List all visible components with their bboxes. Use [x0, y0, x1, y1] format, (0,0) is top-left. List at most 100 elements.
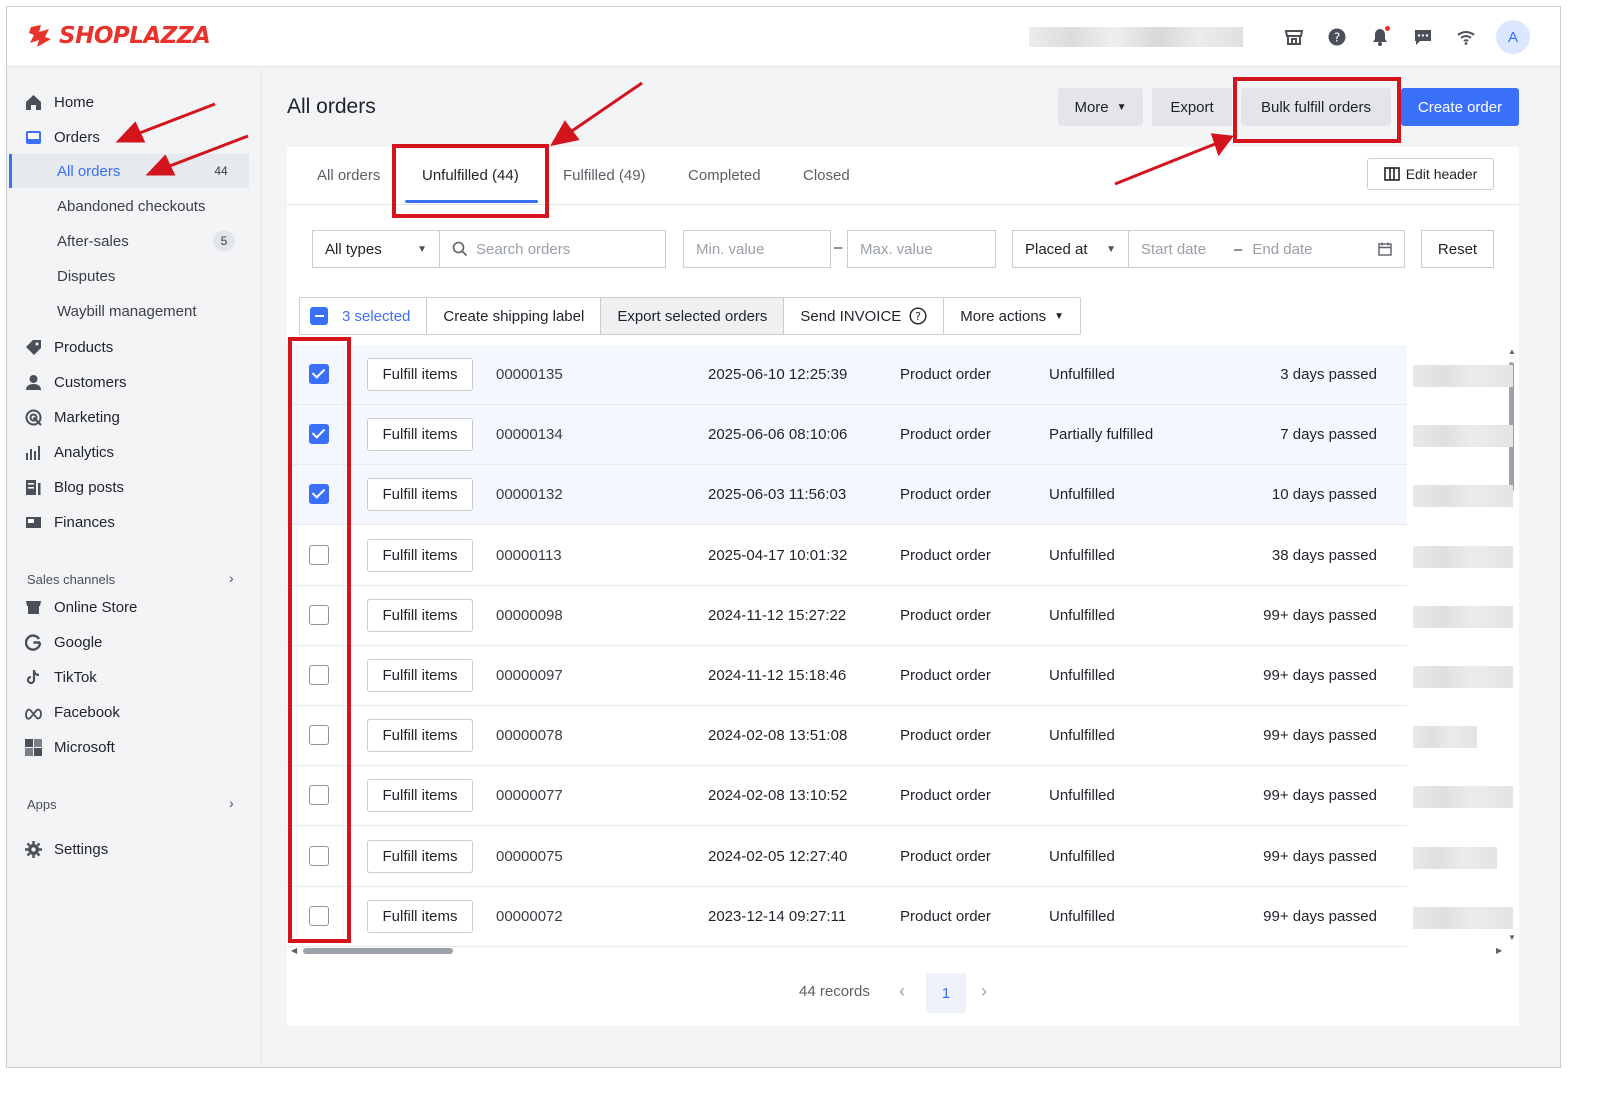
sidebar-item-products[interactable]: Products — [25, 333, 113, 361]
sidebar-item-all-orders[interactable]: All orders 44 — [57, 158, 232, 184]
table-row[interactable]: Fulfill items 00000077 2024-02-08 13:10:52… — [287, 766, 1407, 827]
tab-unfulfilled[interactable]: Unfulfilled (44) — [422, 167, 519, 184]
user-avatar[interactable]: A — [1496, 20, 1530, 54]
sidebar-item-online-store[interactable]: Online Store — [25, 593, 137, 621]
fulfill-items-button[interactable]: Fulfill items — [367, 358, 473, 391]
row-checkbox[interactable] — [309, 484, 329, 505]
type-select[interactable]: All types ▼ — [312, 230, 440, 268]
order-number[interactable]: 00000113 — [496, 547, 562, 564]
edit-header-button[interactable]: Edit header — [1367, 158, 1494, 190]
row-checkbox[interactable] — [309, 845, 329, 866]
fulfill-items-button[interactable]: Fulfill items — [367, 899, 473, 933]
fulfill-items-button[interactable]: Fulfill items — [367, 719, 473, 753]
table-row[interactable]: Fulfill items 00000075 2024-02-05 12:27:40… — [287, 827, 1407, 887]
max-value-input[interactable]: Max. value — [847, 230, 996, 268]
bulk-fulfill-orders-button[interactable]: Bulk fulfill orders — [1241, 88, 1391, 126]
sidebar-item-blog-posts[interactable]: Blog posts — [25, 473, 124, 501]
sidebar-item-google[interactable]: Google — [25, 628, 102, 656]
search-input[interactable]: Search orders — [439, 230, 666, 268]
table-row[interactable]: Fulfill items 00000097 2024-11-12 15:18:46… — [287, 646, 1407, 706]
order-number[interactable]: 00000078 — [496, 727, 563, 744]
chevron-right-icon[interactable]: › — [229, 795, 234, 811]
more-button[interactable]: More ▼ — [1058, 88, 1143, 126]
reset-button[interactable]: Reset — [1421, 230, 1494, 268]
table-row[interactable]: Fulfill items 00000072 2023-12-14 09:27:11… — [287, 887, 1407, 947]
sidebar-item-microsoft[interactable]: Microsoft — [25, 733, 115, 761]
create-order-button[interactable]: Create order — [1401, 88, 1519, 126]
more-actions-button[interactable]: More actions ▼ — [944, 298, 1080, 334]
sidebar-item-customers[interactable]: Customers — [25, 368, 127, 396]
date-range-input[interactable]: Start date – End date — [1128, 230, 1405, 268]
row-checkbox[interactable] — [309, 424, 329, 445]
wifi-icon[interactable] — [1453, 24, 1479, 50]
table-row[interactable]: Fulfill items 00000135 2025-06-10 12:25:39… — [287, 345, 1407, 405]
row-checkbox[interactable] — [309, 665, 329, 685]
sidebar-item-orders[interactable]: Orders — [25, 123, 100, 151]
export-button[interactable]: Export — [1152, 88, 1232, 126]
order-number[interactable]: 00000098 — [496, 607, 563, 624]
table-row[interactable]: Fulfill items 00000132 2025-06-03 11:56:03… — [287, 465, 1407, 526]
sidebar-item-tiktok[interactable]: TikTok — [25, 663, 97, 691]
scroll-left-icon[interactable]: ◀ — [291, 946, 297, 955]
row-checkbox[interactable] — [309, 725, 329, 746]
sidebar-item-abandoned-checkouts[interactable]: Abandoned checkouts — [57, 193, 205, 219]
fulfill-items-button[interactable]: Fulfill items — [367, 779, 473, 813]
export-selected-orders-button[interactable]: Export selected orders — [601, 298, 785, 334]
sidebar-item-after-sales[interactable]: After-sales 5 — [57, 228, 235, 254]
help-icon[interactable]: ? — [1324, 24, 1350, 50]
fulfill-items-button[interactable]: Fulfill items — [367, 418, 473, 452]
order-number[interactable]: 00000134 — [496, 426, 563, 443]
person-icon — [26, 374, 41, 390]
order-number[interactable]: 00000132 — [496, 486, 563, 503]
min-value-input[interactable]: Min. value — [683, 230, 831, 268]
order-number[interactable]: 00000072 — [496, 908, 563, 925]
scroll-right-icon[interactable]: ▶ — [1496, 946, 1502, 955]
order-number[interactable]: 00000135 — [496, 366, 563, 383]
sidebar-item-settings[interactable]: Settings — [25, 835, 108, 863]
table-row[interactable]: Fulfill items 00000113 2025-04-17 10:01:32… — [287, 526, 1407, 586]
sidebar-item-facebook[interactable]: Facebook — [25, 698, 120, 726]
sidebar-item-disputes[interactable]: Disputes — [57, 263, 115, 289]
create-shipping-label-button[interactable]: Create shipping label — [427, 298, 602, 334]
sidebar-item-finances[interactable]: Finances — [25, 508, 115, 536]
indeterminate-checkbox[interactable] — [310, 307, 328, 325]
scroll-down-icon[interactable]: ▼ — [1508, 933, 1516, 942]
horizontal-scrollbar[interactable] — [303, 948, 453, 954]
order-number[interactable]: 00000097 — [496, 667, 563, 684]
fulfill-items-button[interactable]: Fulfill items — [367, 659, 473, 692]
tab-completed[interactable]: Completed — [688, 167, 761, 184]
order-number[interactable]: 00000077 — [496, 787, 563, 804]
table-row[interactable]: Fulfill items 00000078 2024-02-08 13:51:08… — [287, 706, 1407, 767]
row-checkbox[interactable] — [309, 604, 329, 625]
tab-all-orders[interactable]: All orders — [317, 167, 380, 184]
page-number[interactable]: 1 — [926, 973, 966, 1013]
brand-logo[interactable]: SHOPLAZZA — [27, 23, 211, 49]
prev-page-icon[interactable]: ‹ — [899, 981, 905, 1002]
select-all-toggle[interactable]: 3 selected — [300, 298, 428, 334]
fulfill-items-button[interactable]: Fulfill items — [367, 478, 473, 512]
sidebar-item-analytics[interactable]: Analytics — [25, 438, 114, 466]
table-row[interactable]: Fulfill items 00000098 2024-11-12 15:27:22… — [287, 586, 1407, 646]
placed-at-select[interactable]: Placed at ▼ — [1012, 230, 1129, 268]
table-row[interactable]: Fulfill items 00000134 2025-06-06 08:10:06… — [287, 405, 1407, 466]
fulfill-items-button[interactable]: Fulfill items — [367, 598, 473, 632]
bell-icon[interactable] — [1367, 24, 1393, 50]
chevron-right-icon[interactable]: › — [229, 570, 234, 586]
row-checkbox[interactable] — [309, 905, 329, 926]
store-icon[interactable] — [1281, 24, 1307, 50]
send-invoice-button[interactable]: Send INVOICE ? — [784, 298, 945, 334]
row-checkbox[interactable] — [309, 544, 329, 565]
row-checkbox[interactable] — [309, 364, 329, 384]
tab-fulfilled[interactable]: Fulfilled (49) — [563, 167, 646, 184]
fulfill-items-button[interactable]: Fulfill items — [367, 839, 473, 873]
next-page-icon[interactable]: › — [981, 981, 987, 1002]
sidebar-item-waybill-management[interactable]: Waybill management — [57, 298, 197, 324]
tab-closed[interactable]: Closed — [803, 167, 850, 184]
scroll-up-icon[interactable]: ▲ — [1508, 347, 1516, 356]
message-icon[interactable] — [1410, 24, 1436, 50]
order-number[interactable]: 00000075 — [496, 848, 563, 865]
sidebar-item-home[interactable]: Home — [25, 88, 94, 116]
row-checkbox[interactable] — [309, 785, 329, 806]
fulfill-items-button[interactable]: Fulfill items — [367, 538, 473, 572]
sidebar-item-marketing[interactable]: Marketing — [25, 403, 120, 431]
